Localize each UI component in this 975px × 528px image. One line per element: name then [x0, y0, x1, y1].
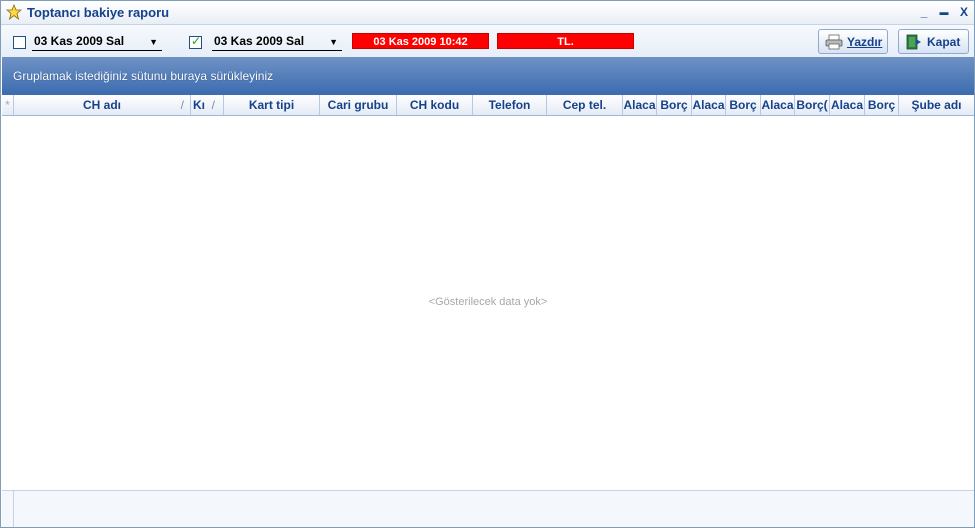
column-header-ch-adi[interactable]: CH adı / — [14, 95, 191, 115]
column-header-ki[interactable]: Kı / — [191, 95, 224, 115]
star-icon — [6, 4, 22, 20]
group-by-hint: Gruplamak istediğiniz sütunu buraya sürü… — [13, 69, 274, 83]
timestamp-box: 03 Kas 2009 10:42 — [352, 33, 489, 49]
sort-indicator-icon: / — [180, 98, 184, 112]
grid-body[interactable]: <Gösterilecek data yok> — [2, 116, 974, 490]
exit-door-icon — [906, 34, 921, 50]
report-window: Toptancı bakiye raporu _ ▬ X 03 Kas 2009… — [0, 0, 975, 528]
printer-icon — [825, 34, 843, 50]
column-header-ch-kodu[interactable]: CH kodu — [397, 95, 473, 115]
currency-box: TL. — [497, 33, 634, 49]
column-header-sube-adi[interactable]: Şube adı — [899, 95, 974, 115]
date1-picker[interactable]: 03 Kas 2009 Sal ▼ — [32, 33, 162, 51]
close-button[interactable]: Kapat — [898, 29, 969, 54]
no-data-message: <Gösterilecek data yok> — [428, 296, 548, 308]
column-label: Kı — [193, 98, 205, 112]
column-header-borc-3[interactable]: Borç( — [795, 95, 830, 115]
date2-value: 03 Kas 2009 Sal — [214, 34, 305, 48]
date2-picker[interactable]: 03 Kas 2009 Sal ▼ — [212, 33, 342, 51]
chevron-down-icon[interactable]: ▼ — [329, 34, 338, 50]
column-header-cep-tel[interactable]: Cep tel. — [547, 95, 623, 115]
window-title: Toptancı bakiye raporu — [27, 5, 170, 20]
column-header-telefon[interactable]: Telefon — [473, 95, 547, 115]
close-window-button[interactable]: X — [956, 4, 972, 20]
column-header-alacak-2[interactable]: Alaca — [692, 95, 726, 115]
grid-footer — [2, 490, 974, 527]
column-header-kart-tipi[interactable]: Kart tipi — [224, 95, 320, 115]
column-header-borc-2[interactable]: Borç — [726, 95, 761, 115]
column-label: CH adı — [82, 98, 121, 112]
minimize-button[interactable]: _ — [916, 4, 932, 20]
sort-indicator-icon: / — [211, 98, 215, 112]
column-header-borc-1[interactable]: Borç — [657, 95, 692, 115]
title-bar[interactable]: Toptancı bakiye raporu _ ▬ X — [1, 1, 974, 25]
row-indicator-header[interactable]: * — [2, 95, 14, 115]
chevron-down-icon[interactable]: ▼ — [149, 34, 158, 50]
maximize-button[interactable]: ▬ — [936, 4, 952, 20]
date2-checkbox[interactable]: ✓ — [189, 34, 202, 49]
close-label: Kapat — [927, 35, 961, 49]
date1-checkbox[interactable] — [13, 36, 26, 49]
column-header-alacak-3[interactable]: Alaca — [761, 95, 795, 115]
column-header-alacak-4[interactable]: Alaca — [830, 95, 865, 115]
print-label: Yazdır — [847, 35, 883, 49]
grid-header: * CH adı / Kı / Kart tipi Cari grubu CH … — [2, 95, 974, 116]
checkmark-icon: ✓ — [191, 34, 202, 48]
print-button[interactable]: Yazdır — [818, 29, 888, 54]
column-header-cari-grubu[interactable]: Cari grubu — [320, 95, 397, 115]
column-header-alacak-1[interactable]: Alaca — [623, 95, 657, 115]
column-header-borc-4[interactable]: Borç — [865, 95, 899, 115]
group-by-panel[interactable]: Gruplamak istediğiniz sütunu buraya sürü… — [2, 57, 974, 95]
date1-value: 03 Kas 2009 Sal — [34, 34, 125, 48]
toolbar: 03 Kas 2009 Sal ▼ ✓ 03 Kas 2009 Sal ▼ 03… — [1, 25, 974, 57]
footer-row-indicator — [2, 491, 14, 527]
